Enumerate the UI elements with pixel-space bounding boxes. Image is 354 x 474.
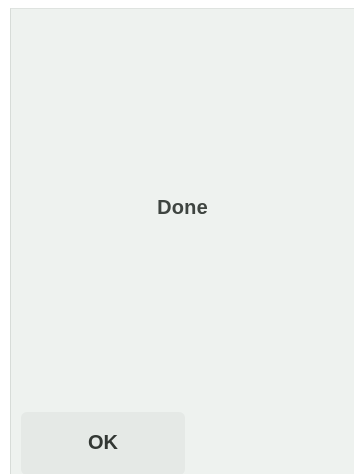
- ok-button[interactable]: OK: [21, 412, 185, 474]
- dialog-panel: Done OK: [10, 8, 354, 474]
- screen: Done OK: [0, 0, 354, 474]
- dialog-message: Done: [157, 197, 208, 219]
